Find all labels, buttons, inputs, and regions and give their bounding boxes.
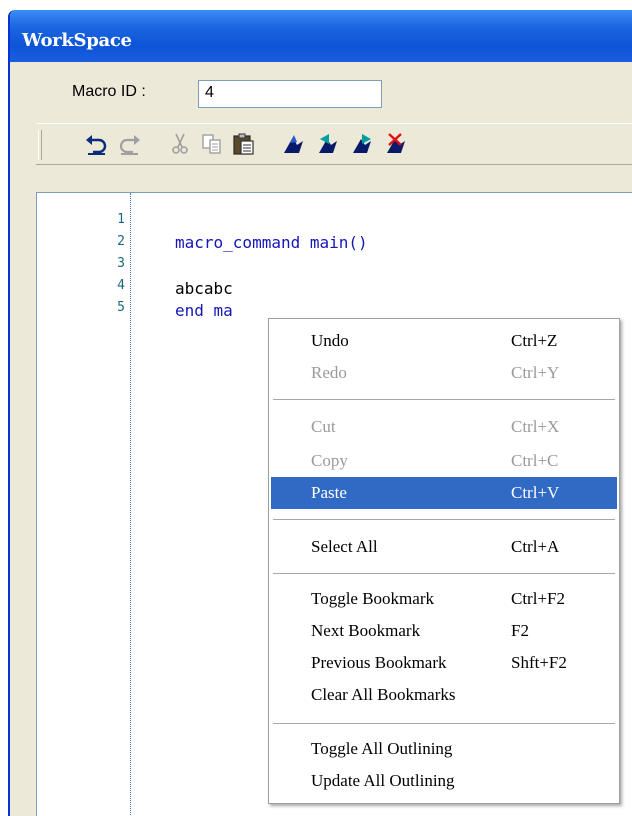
line-number: 1 (117, 212, 125, 227)
toggle-bookmark-icon (284, 135, 303, 153)
menu-item-label: Next Bookmark (311, 621, 421, 640)
menu-item-paste[interactable]: Paste Ctrl+V (271, 477, 617, 509)
line-number: 2 (117, 234, 125, 249)
cut-button[interactable] (166, 130, 194, 158)
previous-bookmark-icon (353, 134, 371, 153)
menu-item-label: Paste (311, 483, 347, 502)
menu-item-undo[interactable]: Undo Ctrl+Z (271, 325, 617, 357)
context-menu: Undo Ctrl+Z Redo Ctrl+Y Cut Ctrl+X Copy … (268, 318, 620, 804)
menu-item-shortcut: Ctrl+Z (511, 331, 558, 350)
paste-button[interactable] (230, 130, 258, 158)
menu-item-label: Cut (311, 417, 336, 436)
menu-item-label: Previous Bookmark (311, 653, 447, 672)
menu-item-label: Toggle All Outlining (311, 739, 453, 758)
menu-item-label: Select All (311, 537, 378, 556)
menu-item-toggle-outlining[interactable]: Toggle All Outlining (271, 733, 617, 765)
paste-icon (233, 133, 254, 155)
clear-bookmarks-button[interactable] (382, 130, 410, 158)
window-title: WorkSpace (10, 10, 632, 62)
macro-id-label: Macro ID : (72, 83, 146, 100)
menu-item-copy[interactable]: Copy Ctrl+C (271, 445, 617, 477)
undo-button[interactable] (82, 130, 110, 158)
menu-item-shortcut: Ctrl+F2 (511, 589, 565, 608)
menu-item-clear-bookmarks[interactable]: Clear All Bookmarks (271, 679, 617, 711)
code-line-2: macro_command main() (175, 233, 368, 252)
toggle-bookmark-button[interactable] (280, 130, 308, 158)
menu-separator (273, 519, 615, 520)
menu-item-redo[interactable]: Redo Ctrl+Y (271, 357, 617, 389)
menu-separator (273, 723, 615, 724)
redo-icon (119, 135, 140, 155)
menu-item-select-all[interactable]: Select All Ctrl+A (271, 531, 617, 563)
line-number-gutter: 1 2 3 4 5 (37, 193, 131, 816)
redo-button[interactable] (116, 130, 144, 158)
line-number: 4 (117, 278, 125, 293)
menu-separator (273, 399, 615, 400)
menu-item-label: Copy (311, 451, 348, 470)
menu-item-shortcut: Ctrl+V (511, 483, 560, 502)
line-number: 5 (117, 300, 125, 315)
copy-icon (202, 134, 221, 154)
menu-item-shortcut: Ctrl+Y (511, 363, 560, 382)
clear-bookmarks-icon (387, 133, 405, 153)
menu-item-label: Toggle Bookmark (311, 589, 434, 608)
menu-item-label: Clear All Bookmarks (311, 685, 456, 704)
menu-item-cut[interactable]: Cut Ctrl+X (271, 411, 617, 443)
menu-item-previous-bookmark[interactable]: Previous Bookmark Shft+F2 (271, 647, 617, 679)
menu-item-shortcut: F2 (511, 621, 529, 640)
next-bookmark-button[interactable] (314, 130, 342, 158)
copy-button[interactable] (198, 130, 226, 158)
menu-item-shortcut: Shft+F2 (511, 653, 567, 672)
menu-item-next-bookmark[interactable]: Next Bookmark F2 (271, 615, 617, 647)
code-line-4: abcabc (175, 279, 233, 298)
menu-item-label: Redo (311, 363, 347, 382)
code-line-5: end ma (175, 301, 233, 320)
previous-bookmark-button[interactable] (348, 130, 376, 158)
menu-item-label: Update All Outlining (311, 771, 455, 790)
line-number: 3 (117, 256, 125, 271)
menu-item-toggle-bookmark[interactable]: Toggle Bookmark Ctrl+F2 (271, 583, 617, 615)
macro-id-row: Macro ID : 4 (10, 80, 632, 110)
menu-item-update-outlining[interactable]: Update All Outlining (271, 765, 617, 797)
menu-item-shortcut: Ctrl+A (511, 537, 560, 556)
editor-toolbar (36, 123, 632, 165)
next-bookmark-icon (319, 134, 337, 153)
menu-item-shortcut: Ctrl+C (511, 451, 559, 470)
menu-item-label: Undo (311, 331, 349, 350)
cut-icon (172, 133, 188, 154)
menu-item-shortcut: Ctrl+X (511, 417, 560, 436)
menu-separator (273, 573, 615, 574)
toolbar-grip[interactable] (38, 130, 42, 160)
undo-icon (86, 135, 107, 155)
macro-id-input[interactable]: 4 (198, 80, 382, 108)
